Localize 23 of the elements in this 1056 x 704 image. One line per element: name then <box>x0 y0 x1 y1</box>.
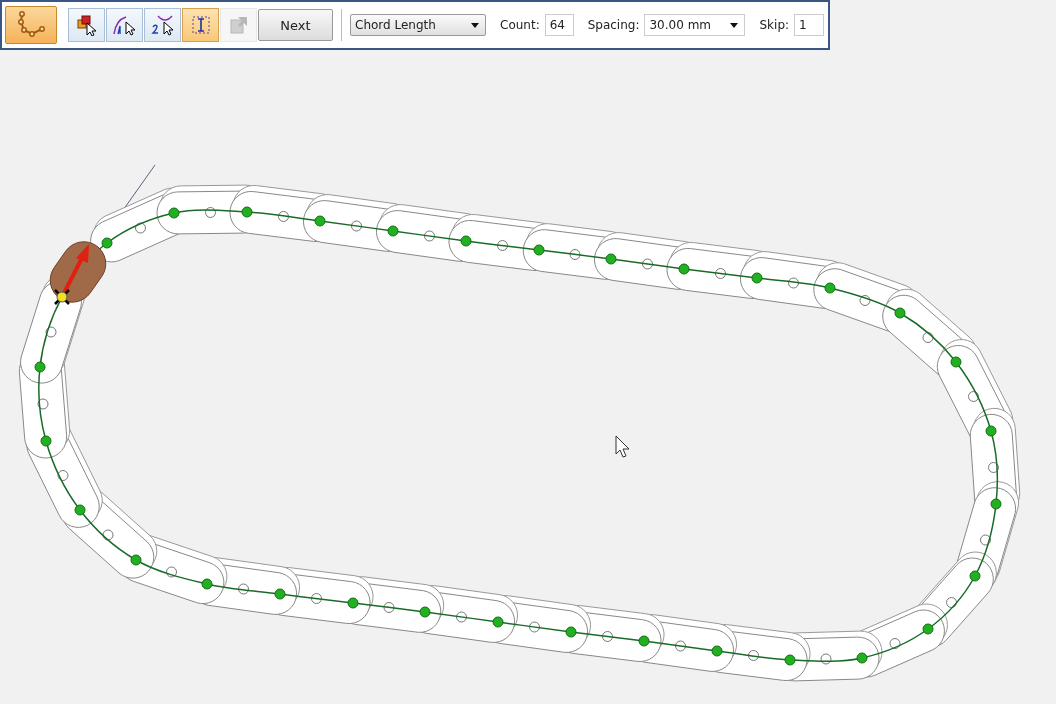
second-curve-button[interactable] <box>144 8 181 42</box>
first-curve-button[interactable] <box>106 8 143 42</box>
mouse-cursor-icon <box>615 435 630 458</box>
count-label: Count: <box>500 18 540 32</box>
next-button[interactable]: Next <box>258 9 333 41</box>
cube-cursor-icon <box>75 14 98 36</box>
point-curve-icon <box>16 11 46 39</box>
spacing-label: Spacing: <box>587 18 640 32</box>
start-link-drawing <box>49 241 107 306</box>
spacing-dropdown[interactable]: 30.00 mm <box>644 14 746 36</box>
count-field[interactable]: 64 <box>544 14 574 36</box>
curve-two-cursor-icon <box>149 14 176 36</box>
skip-field[interactable]: 1 <box>794 14 825 36</box>
reposition-icon <box>227 14 250 36</box>
curve-one-cursor-icon <box>111 14 138 36</box>
extent-button[interactable] <box>182 8 219 42</box>
skip-label: Skip: <box>759 18 790 32</box>
select-part-button[interactable] <box>68 8 105 42</box>
dropdown-arrow-icon <box>730 22 739 28</box>
dropdown-arrow-icon <box>471 22 479 28</box>
extent-icon <box>189 14 212 36</box>
step-type-dropdown[interactable]: Chord Length <box>350 14 486 36</box>
pattern-along-curve-button[interactable] <box>5 6 57 44</box>
